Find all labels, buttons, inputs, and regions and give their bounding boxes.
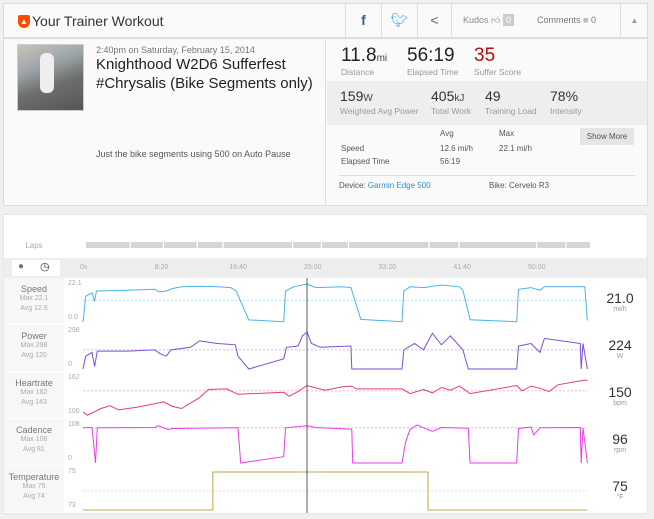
kudos-button[interactable]: Kudos 👍︎ 0 <box>451 4 525 37</box>
stat-value: 78% <box>550 88 579 104</box>
stat-label: Suffer Score <box>474 67 522 77</box>
activity-photo[interactable] <box>17 44 84 111</box>
facebook-icon: f <box>361 12 366 28</box>
show-more-button[interactable]: Show More <box>580 128 634 145</box>
stat-distance: 11.8mi Distance <box>341 45 387 77</box>
stat-elapsed-time: 56:19 Elapsed Time <box>407 45 459 77</box>
laps-bar[interactable] <box>4 242 647 250</box>
trainer-badge-icon: ▲ <box>18 15 30 28</box>
stat-training-load: 49 Training Load <box>485 88 537 116</box>
row-label: Elapsed Time <box>341 157 390 166</box>
stat-value: 159 <box>340 88 364 104</box>
x-tick-label: 16:40 <box>229 264 247 271</box>
stat-unit: mi <box>376 53 388 64</box>
stat-suffer-score[interactable]: 35 Suffer Score <box>474 45 521 77</box>
time-cursor[interactable] <box>4 278 647 513</box>
map-pin-icon[interactable]: ● <box>18 261 24 272</box>
stat-label: Elapsed Time <box>407 67 459 77</box>
stat-weighted-power: 159W Weighted Avg Power <box>340 88 419 116</box>
activity-summary: 2:40pm on Saturday, February 15, 2014 Kn… <box>3 38 648 206</box>
stat-value: 405 <box>431 88 455 104</box>
comments-count: 0 <box>590 15 596 25</box>
bike-name: Cervelo R3 <box>509 181 550 190</box>
divider <box>339 175 635 176</box>
stat-label: Total Work <box>431 106 471 116</box>
x-tick-label: 50:00 <box>528 264 546 271</box>
caret-up-icon: ▲ <box>630 16 639 25</box>
stat-label: Distance <box>341 67 375 77</box>
row-label: Speed <box>341 144 365 153</box>
stat-label: Weighted Avg Power <box>340 106 419 116</box>
comments-button[interactable]: Comments ■ 0 <box>537 15 596 25</box>
row-max: 22.1 mi/h <box>499 144 532 153</box>
x-tick-label: 41:40 <box>453 264 471 271</box>
bike-label: Bike: <box>489 181 507 190</box>
stat-value: 35 <box>474 45 496 66</box>
activity-description: Just the bike segments using 500 on Auto… <box>96 149 291 159</box>
stat-value: 49 <box>485 88 501 104</box>
lap-segment[interactable] <box>566 242 590 248</box>
bike-info: Bike: Cervelo R3 <box>489 181 549 190</box>
page-title: Your Trainer Workout <box>32 13 164 29</box>
comment-icon: ■ <box>583 15 589 25</box>
stat-total-work: 405kJ Total Work <box>431 88 471 116</box>
thumbs-up-icon: 👍︎ <box>491 15 501 25</box>
stat-value: 11.8 <box>341 45 377 66</box>
lap-segment[interactable] <box>322 242 348 248</box>
share-icon: < <box>430 12 439 28</box>
row-avg: 56:19 <box>440 157 461 166</box>
device-link[interactable]: Garmin Edge 500 <box>368 181 431 190</box>
kudos-count: 0 <box>502 14 514 26</box>
stat-value: 56:19 <box>407 45 455 66</box>
stat-label: Intensity <box>550 106 582 116</box>
stat-unit: kJ <box>454 93 465 104</box>
lap-segment[interactable] <box>164 242 197 248</box>
twitter-icon: 🐦︎ <box>390 12 409 28</box>
clock-icon[interactable]: ◷ <box>40 260 50 273</box>
lap-segment[interactable] <box>197 242 223 248</box>
stat-unit: W <box>363 93 373 104</box>
activity-name: Knighthood W2D6 Sufferfest #Chrysalis (B… <box>96 56 313 92</box>
x-tick-label: 0s <box>80 264 88 271</box>
kudos-label: Kudos <box>463 15 489 25</box>
col-avg-header: Avg <box>440 129 454 138</box>
lap-segment[interactable] <box>459 242 536 248</box>
lap-segment[interactable] <box>349 242 429 248</box>
lap-segment[interactable] <box>537 242 566 248</box>
time-axis-bar: ● ◷ 0s 8:20 16:40 25:00 33:20 41:40 50:00 <box>4 258 647 278</box>
stat-intensity: 78% Intensity <box>550 88 582 116</box>
lap-segment[interactable] <box>429 242 459 248</box>
stat-label: Training Load <box>485 106 537 116</box>
activity-datetime: 2:40pm on Saturday, February 15, 2014 <box>96 45 255 55</box>
secondary-stats: 159W Weighted Avg Power 405kJ Total Work 4… <box>327 81 647 125</box>
rider-figure <box>40 53 54 93</box>
lap-segment[interactable] <box>86 242 130 248</box>
twitter-share-button[interactable]: 🐦︎ <box>381 4 417 37</box>
lap-segment[interactable] <box>293 242 321 248</box>
lap-segment[interactable] <box>130 242 163 248</box>
device-label: Device: <box>339 181 366 190</box>
row-avg: 12.6 mi/h <box>440 144 473 153</box>
activity-header: ▲ Your Trainer Workout f 🐦︎ < Kudos 👍︎ 0… <box>3 3 648 38</box>
activity-details: 2:40pm on Saturday, February 15, 2014 Kn… <box>4 39 326 205</box>
lap-segment[interactable] <box>223 242 292 248</box>
axis-mode-toggle: ● ◷ <box>12 260 60 276</box>
x-tick-label: 8:20 <box>154 264 169 271</box>
analysis-charts: Laps ● ◷ 0s 8:20 16:40 25:00 33:20 41:40 50:00… <box>3 214 648 514</box>
col-max-header: Max <box>499 129 515 138</box>
facebook-share-button[interactable]: f <box>345 4 381 37</box>
x-tick-label: 33:20 <box>378 264 397 271</box>
comments-label: Comments <box>537 15 581 25</box>
share-button[interactable]: < <box>417 4 451 37</box>
collapse-button[interactable]: ▲ <box>620 4 648 37</box>
device-info: Device: Garmin Edge 500 <box>339 181 431 190</box>
x-tick-label: 25:00 <box>304 264 322 271</box>
